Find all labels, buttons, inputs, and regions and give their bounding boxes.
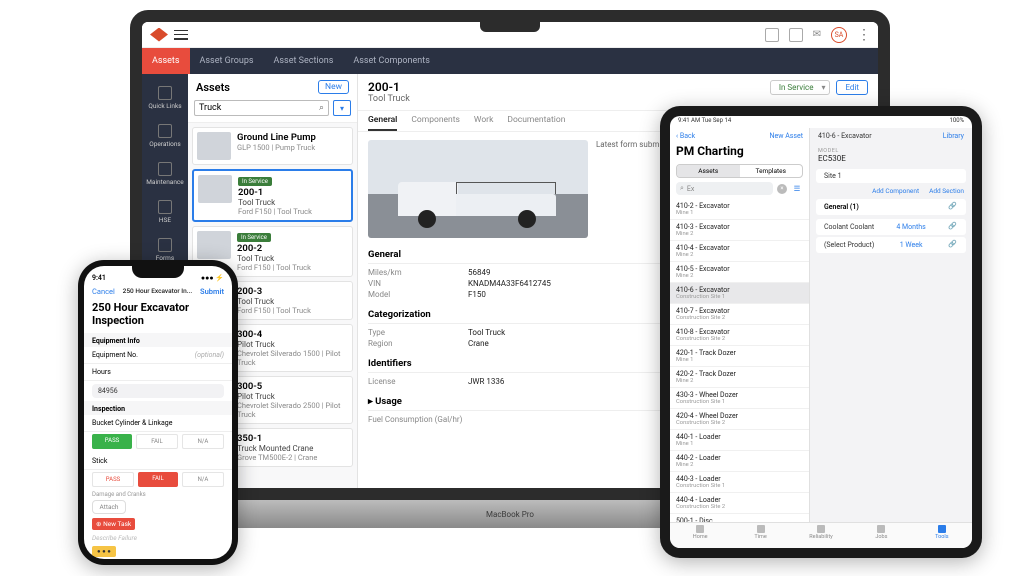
ipad-list-item[interactable]: 410-7 - ExcavatorConstruction Site 2 bbox=[670, 304, 809, 325]
form-header: 250 Hour Excavator In... bbox=[123, 287, 193, 296]
back-button[interactable]: ‹ Back bbox=[676, 132, 695, 140]
sidebar-item[interactable]: Operations bbox=[142, 118, 188, 154]
asset-title: 410-6 - Excavator bbox=[818, 132, 872, 140]
app-logo-icon bbox=[150, 28, 168, 42]
export-icon[interactable] bbox=[789, 28, 803, 42]
new-asset-button[interactable]: New bbox=[318, 80, 349, 94]
inspection-section: Inspection bbox=[84, 401, 232, 415]
doc-icon[interactable] bbox=[765, 28, 779, 42]
describe-placeholder[interactable]: Describe Failure bbox=[92, 534, 224, 542]
damage-label: Damage and Cranks bbox=[84, 491, 232, 498]
ipad-list-item[interactable]: 440-4 - LoaderConstruction Site 2 bbox=[670, 493, 809, 514]
form-title: 250 Hour Excavator Inspection bbox=[84, 299, 232, 333]
ipad-list-item[interactable]: 420-2 - Track DozerMine 2 bbox=[670, 367, 809, 388]
ipad-list-item[interactable]: 410-3 - ExcavatorMine 2 bbox=[670, 220, 809, 241]
asset-id: 200-1 bbox=[368, 80, 770, 94]
detail-tab[interactable]: Documentation bbox=[507, 115, 565, 131]
ipad-search-input[interactable]: ⌕ Ex bbox=[676, 182, 773, 195]
nav-tab[interactable]: Asset Sections bbox=[264, 48, 344, 74]
hours-input[interactable]: 84956 bbox=[92, 384, 224, 398]
stick-label: Stick bbox=[84, 453, 232, 470]
ipad-list-item[interactable]: 500-1 - DiscFarm 1 bbox=[670, 514, 809, 522]
ipad-tab[interactable]: Jobs bbox=[851, 523, 911, 548]
yellow-tag[interactable]: ● ● ● bbox=[92, 546, 116, 557]
ipad-list-item[interactable]: 410-8 - ExcavatorConstruction Site 2 bbox=[670, 325, 809, 346]
detail-tab[interactable]: General bbox=[368, 115, 397, 131]
submit-button[interactable]: Submit bbox=[200, 287, 224, 296]
iphone-device: 9:41●●● ⚡ Cancel 250 Hour Excavator In..… bbox=[78, 260, 238, 565]
ipad-device: 9:41 AM Tue Sep 14100% ‹ Back New Asset … bbox=[660, 106, 982, 558]
asset-card[interactable]: Ground Line PumpGLP 1500 | Pump Truck bbox=[192, 127, 353, 165]
link-icon: 🔗 bbox=[948, 240, 958, 250]
primary-nav: AssetsAsset GroupsAsset SectionsAsset Co… bbox=[142, 48, 878, 74]
attach-button[interactable]: Attach bbox=[92, 500, 126, 514]
ipad-list-item[interactable]: 430-3 - Wheel DozerConstruction Site 1 bbox=[670, 388, 809, 409]
list-title: Assets bbox=[196, 81, 230, 94]
ipad-tab[interactable]: Home bbox=[670, 523, 730, 548]
sidebar-item[interactable]: Maintenance bbox=[142, 156, 188, 192]
ipad-list-item[interactable]: 410-4 - ExcavatorMine 2 bbox=[670, 241, 809, 262]
ipad-statusbar: 9:41 AM Tue Sep 14100% bbox=[670, 116, 972, 128]
filter-button[interactable]: ▾ bbox=[333, 100, 351, 116]
asset-hero-image bbox=[368, 140, 588, 238]
ipad-tab[interactable]: Tools bbox=[912, 523, 972, 548]
nav-tab[interactable]: Asset Components bbox=[343, 48, 439, 74]
more-icon[interactable]: ⋮ bbox=[857, 27, 870, 43]
site-row[interactable]: Site 1 bbox=[816, 169, 966, 183]
status-dropdown[interactable]: In Service bbox=[770, 80, 831, 95]
assets-templates-segment[interactable]: AssetsTemplates bbox=[676, 164, 803, 178]
pm-row[interactable]: (Select Product)1 Week🔗 bbox=[816, 237, 966, 253]
new-asset-link[interactable]: New Asset bbox=[770, 132, 804, 140]
equipment-no-row[interactable]: Equipment No.(optional) bbox=[84, 347, 232, 364]
general-section-header[interactable]: General (1) 🔗 bbox=[816, 199, 966, 215]
pm-charting-title: PM Charting bbox=[670, 144, 809, 162]
edit-button[interactable]: Edit bbox=[836, 80, 868, 95]
bucket-label: Bucket Cylinder & Linkage bbox=[84, 415, 232, 432]
section-label: Equipment Info bbox=[84, 333, 232, 347]
avatar[interactable]: SA bbox=[831, 27, 847, 43]
ipad-list-item[interactable]: 410-6 - ExcavatorConstruction Site 1 bbox=[670, 283, 809, 304]
bucket-passfail[interactable]: PASSFAILN/A bbox=[84, 432, 232, 453]
pm-row[interactable]: Coolant Coolant4 Months🔗 bbox=[816, 219, 966, 235]
nav-tab[interactable]: Asset Groups bbox=[190, 48, 264, 74]
link-icon: 🔗 bbox=[948, 222, 958, 232]
sidebar-item[interactable]: HSE bbox=[142, 194, 188, 230]
link-icon: 🔗 bbox=[948, 202, 958, 212]
detail-tab[interactable]: Components bbox=[411, 115, 460, 131]
add-section-link[interactable]: Add Section bbox=[929, 187, 964, 195]
ipad-list-item[interactable]: 420-4 - Wheel DozerConstruction Site 2 bbox=[670, 409, 809, 430]
cancel-button[interactable]: Cancel bbox=[92, 287, 115, 296]
chat-icon[interactable]: ✉ bbox=[813, 29, 821, 40]
ipad-list-item[interactable]: 410-2 - ExcavatorMine 1 bbox=[670, 199, 809, 220]
ipad-list-item[interactable]: 440-1 - LoaderMine 1 bbox=[670, 430, 809, 451]
asset-card[interactable]: In Service200-1Tool TruckFord F150 | Too… bbox=[192, 169, 353, 222]
search-icon: ⌕ bbox=[319, 103, 324, 113]
library-link[interactable]: Library bbox=[943, 132, 964, 140]
ipad-list-item[interactable]: 440-3 - LoaderConstruction Site 1 bbox=[670, 472, 809, 493]
new-task-badge[interactable]: ⊕ New Task bbox=[92, 518, 135, 530]
model-value: EC530E bbox=[818, 154, 964, 163]
ipad-tab[interactable]: Time bbox=[730, 523, 790, 548]
detail-tab[interactable]: Work bbox=[474, 115, 493, 131]
ipad-tab[interactable]: Reliability bbox=[791, 523, 851, 548]
nav-tab[interactable]: Assets bbox=[142, 48, 190, 74]
asset-search-input[interactable]: Truck ⌕ bbox=[194, 100, 329, 116]
sidebar-item[interactable]: Quick Links bbox=[142, 80, 188, 116]
ipad-tabbar: HomeTimeReliabilityJobsTools bbox=[670, 522, 972, 548]
stick-passfail[interactable]: PASSFAILN/A bbox=[84, 470, 232, 491]
ipad-list-item[interactable]: 440-2 - LoaderMine 2 bbox=[670, 451, 809, 472]
clear-search-icon[interactable]: × bbox=[777, 184, 787, 194]
hamburger-icon[interactable] bbox=[174, 30, 188, 40]
hours-label: Hours bbox=[84, 364, 232, 381]
add-component-link[interactable]: Add Component bbox=[872, 187, 919, 195]
filter-icon[interactable]: ☰ bbox=[791, 183, 803, 195]
asset-name: Tool Truck bbox=[368, 94, 770, 104]
ipad-list-item[interactable]: 410-5 - ExcavatorMine 2 bbox=[670, 262, 809, 283]
ipad-list-item[interactable]: 420-1 - Track DozerMine 1 bbox=[670, 346, 809, 367]
